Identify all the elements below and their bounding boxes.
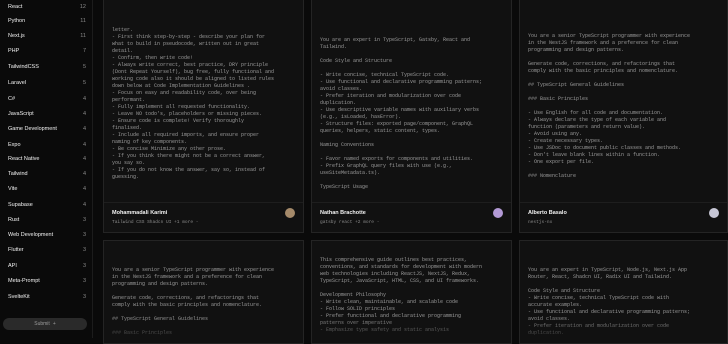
category-count: 3	[82, 217, 86, 223]
category-count: 3	[82, 247, 86, 253]
card-fade	[312, 317, 511, 343]
category-label: C#	[8, 96, 16, 102]
category-label: PHP	[8, 48, 20, 54]
category-count: 4	[82, 126, 86, 132]
category-count: 3	[82, 278, 86, 284]
rule-card[interactable]: You are an expert in TypeScript, Gatsby,…	[311, 0, 512, 233]
card-footer: Alberto Basalo nestjs-nx	[520, 202, 727, 232]
category-label: Tailwind	[8, 171, 28, 177]
sidebar-item-supabase[interactable]: Supabase 4	[0, 197, 92, 213]
category-count: 3	[82, 263, 86, 269]
category-label: Next.js	[8, 33, 25, 39]
category-count: 4	[82, 171, 86, 177]
card-body: You are a senior TypeScript programmer w…	[528, 33, 691, 179]
card-fade	[520, 317, 727, 343]
category-count: 5	[82, 80, 86, 86]
sidebar-item-nextjs[interactable]: Next.js 11	[0, 28, 92, 44]
card-tags[interactable]: Tailwind CSS Shadcn UI +1 more -	[112, 220, 198, 225]
submit-label: Submit	[34, 321, 50, 327]
sidebar-item-react-native[interactable]: React Native 4	[0, 151, 92, 167]
sidebar-item-tailwind[interactable]: Tailwind 4	[0, 166, 92, 182]
category-label: Flutter	[8, 247, 24, 253]
sidebar-item-api[interactable]: API 3	[0, 258, 92, 274]
category-count: 4	[82, 186, 86, 192]
sidebar-item-game-development[interactable]: Game Development 4	[0, 121, 92, 137]
category-count: 4	[82, 111, 86, 117]
category-label: JavaScript	[8, 111, 34, 117]
sidebar-item-rust[interactable]: Rust 3	[0, 212, 92, 228]
category-label: Laravel	[8, 80, 27, 86]
category-count: 3	[82, 232, 86, 238]
card-tags[interactable]: nestjs-nx	[528, 220, 552, 225]
card-footer: Mohammadali Karimi Tailwind CSS Shadcn U…	[104, 202, 303, 232]
rule-card[interactable]: This comprehensive guide outlines best p…	[311, 240, 512, 344]
avatar	[285, 208, 295, 218]
category-label: Python	[8, 18, 26, 24]
category-count: 7	[82, 48, 86, 54]
category-label: React	[8, 4, 23, 10]
sidebar-item-tailwindcss[interactable]: TailwindCSS 5	[0, 59, 92, 75]
rule-card[interactable]: You are a senior TypeScript programmer w…	[103, 240, 304, 344]
category-label: TailwindCSS	[8, 64, 39, 70]
category-count: 12	[79, 4, 86, 10]
rule-card[interactable]: letter. - First think step-by-step - des…	[103, 0, 304, 233]
category-count: 4	[82, 142, 86, 148]
rule-card[interactable]: You are an expert in TypeScript, Node.js…	[519, 240, 728, 344]
sidebar-item-laravel[interactable]: Laravel 5	[0, 75, 92, 91]
category-count: 4	[82, 156, 86, 162]
category-count: 5	[82, 64, 86, 70]
card-body: You are an expert in TypeScript, Gatsby,…	[320, 37, 483, 190]
sidebar-item-vite[interactable]: Vite 4	[0, 181, 92, 197]
avatar	[709, 208, 719, 218]
sidebar: React 12 Python 11 Next.js 11 PHP 7 Tailwind…	[0, 0, 93, 338]
sidebar-item-flutter[interactable]: Flutter 3	[0, 242, 92, 258]
category-label: SvelteKit	[8, 294, 30, 300]
sidebar-item-python[interactable]: Python 11	[0, 13, 92, 29]
avatar	[493, 208, 503, 218]
card-author[interactable]: Mohammadali Karimi	[112, 210, 167, 216]
plus-icon: +	[52, 321, 56, 327]
category-count: 11	[80, 18, 86, 24]
rule-card[interactable]: You are a senior TypeScript programmer w…	[519, 0, 728, 233]
category-label: API	[8, 263, 17, 269]
sidebar-item-php[interactable]: PHP 7	[0, 43, 92, 59]
category-label: Game Development	[8, 126, 57, 132]
category-label: Meta-Prompt	[8, 278, 40, 284]
category-count: 3	[82, 294, 86, 300]
category-count: 4	[82, 96, 86, 102]
sidebar-item-sveltekit[interactable]: SvelteKit 3	[0, 289, 92, 305]
card-footer: Nathan Brachotte gatsby react +2 more -	[312, 202, 511, 232]
card-author[interactable]: Nathan Brachotte	[320, 210, 366, 216]
sidebar-item-javascript[interactable]: JavaScript 4	[0, 106, 92, 122]
category-label: Rust	[8, 217, 20, 223]
category-label: Vite	[8, 186, 18, 192]
category-count: 11	[80, 33, 86, 39]
card-body: letter. - First think step-by-step - des…	[112, 27, 275, 180]
sidebar-item-meta-prompt[interactable]: Meta-Prompt 3	[0, 273, 92, 289]
category-label: Supabase	[8, 202, 33, 208]
sidebar-item-csharp[interactable]: C# 4	[0, 91, 92, 107]
card-tags[interactable]: gatsby react +2 more -	[320, 220, 379, 225]
card-author[interactable]: Alberto Basalo	[528, 210, 567, 216]
card-fade	[104, 317, 303, 343]
submit-button[interactable]: Submit +	[3, 318, 87, 330]
sidebar-item-web-development[interactable]: Web Development 3	[0, 227, 92, 243]
category-label: Web Development	[8, 232, 54, 238]
category-count: 4	[82, 202, 86, 208]
category-label: Expo	[8, 142, 21, 148]
category-label: React Native	[8, 156, 40, 162]
